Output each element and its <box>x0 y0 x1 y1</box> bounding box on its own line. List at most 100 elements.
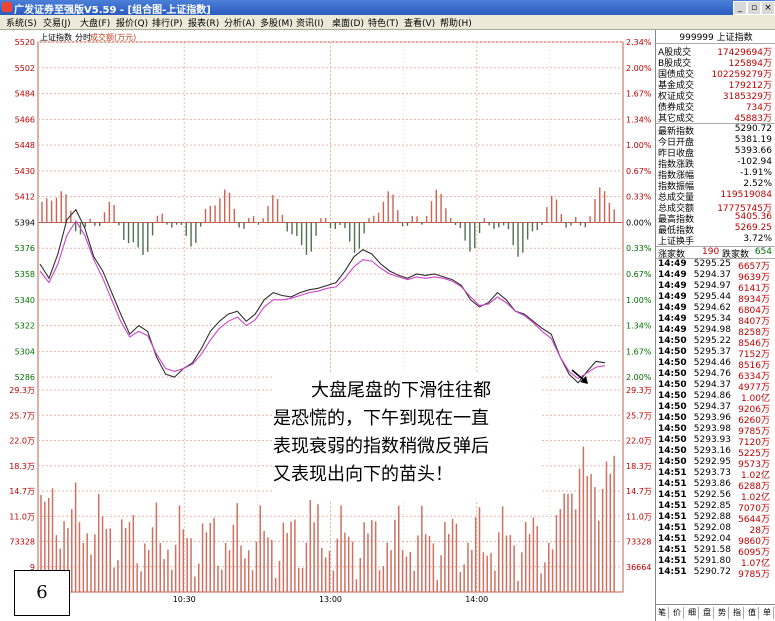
tick-row: 14:51 5293.73 1.02亿 <box>656 468 775 481</box>
stat-row-value: 2.52% <box>743 179 772 189</box>
stat-row: 上证换手 3.72% <box>656 234 775 247</box>
tick-price: 5292.95 <box>693 457 731 467</box>
price-tick-label: 5376 <box>15 244 35 253</box>
tick-price: 5295.44 <box>693 292 731 302</box>
price-tick-label: 5430 <box>15 167 35 176</box>
up-count-value: 190 <box>702 247 720 257</box>
turnover-row: 其它成交 45883万 <box>656 111 775 124</box>
price-tick-label: 5286 <box>15 373 35 382</box>
tick-row: 14:50 5294.37 4977万 <box>656 380 775 393</box>
tick-price: 5295.34 <box>693 314 731 324</box>
annotation-line: 是恐慌的，下午到现在一直 <box>273 408 489 429</box>
time-label: 10:30 <box>173 595 196 604</box>
tick-price: 5292.08 <box>693 523 731 533</box>
tick-row: 14:49 5294.37 9639万 <box>656 270 775 283</box>
menu-rank[interactable]: 排行(P) <box>152 16 182 29</box>
tick-time: 14:51 <box>658 501 687 511</box>
volume-tick-label: 11.0万 <box>9 512 35 521</box>
pct-tick-label: 1.00% <box>626 296 652 305</box>
panel-tab[interactable]: 指 <box>731 607 744 619</box>
volume-tick-label: 22.0万 <box>9 437 35 446</box>
turnover-row: 权证成交 3185329万 <box>656 89 775 102</box>
panel-tab[interactable]: 盘 <box>701 607 714 619</box>
menu-desktop[interactable]: 桌面(D) <box>332 16 364 29</box>
tick-row: 14:49 5294.62 6804万 <box>656 303 775 316</box>
close-button[interactable]: × <box>761 1 775 15</box>
stat-row-value: 5381.19 <box>734 135 772 145</box>
price-tick-label: 5340 <box>15 296 35 305</box>
tick-time: 14:50 <box>658 358 687 368</box>
tick-row: 14:49 5295.44 8934万 <box>656 292 775 305</box>
intraday-chart-pane[interactable]: 上证指数 分时 成交额(万元) 5520 2.34% 5502 2.00% 5484 1.67%… <box>0 30 655 621</box>
tick-time: 14:51 <box>658 567 687 577</box>
tick-row: 14:49 5295.34 8407万 <box>656 314 775 327</box>
volume-tick-label-right: 22.0万 <box>626 437 652 446</box>
tick-row: 14:50 5293.93 7120万 <box>656 435 775 448</box>
tick-row: 14:49 5294.97 6141万 <box>656 281 775 294</box>
volume-tick-label: 73328 <box>10 538 35 547</box>
menu-feature[interactable]: 特色(T) <box>368 16 399 29</box>
tick-time: 14:50 <box>658 457 687 467</box>
tick-time: 14:50 <box>658 380 687 390</box>
tick-time: 14:50 <box>658 336 687 346</box>
menu-analysis[interactable]: 分析(A) <box>224 16 255 29</box>
tick-row: 14:51 5292.56 1.02亿 <box>656 490 775 503</box>
panel-tab[interactable]: 势 <box>716 607 729 619</box>
tick-price: 5294.97 <box>693 281 731 291</box>
tick-row: 14:50 5292.95 9573万 <box>656 457 775 470</box>
tick-price: 5295.25 <box>693 259 731 269</box>
turnover-row: 基金成交 179212万 <box>656 78 775 91</box>
annotation-line: 又表现出向下的苗头！ <box>273 464 453 485</box>
panel-tab[interactable]: 值 <box>746 607 759 619</box>
panel-tab[interactable]: 细 <box>686 607 699 619</box>
intraday-chart[interactable]: 上证指数 分时 成交额(万元) 5520 2.34% 5502 2.00% 5484 1.67%… <box>0 30 655 621</box>
price-tick-label: 5466 <box>15 115 35 124</box>
menu-multistock[interactable]: 多股(M) <box>260 16 293 29</box>
panel-tab[interactable]: 单 <box>761 607 774 619</box>
panel-tab[interactable]: 价 <box>671 607 684 619</box>
minimize-button[interactable]: _ <box>733 1 747 15</box>
panel-tab[interactable]: 笔 <box>656 607 669 619</box>
menu-help[interactable]: 帮助(H) <box>440 16 472 29</box>
title-bar: 广发证券至强版V5.59 - [组合图-上证指数] _ ▫ × <box>0 0 775 16</box>
tick-price: 5293.16 <box>693 446 731 456</box>
price-tick-label: 5394 <box>15 218 35 227</box>
tick-time: 14:49 <box>658 281 687 291</box>
panel-header: 999999 上证指数 <box>656 30 775 44</box>
price-tick-label: 5304 <box>15 347 35 356</box>
menu-system[interactable]: 系统(S) <box>6 16 37 29</box>
pct-tick-label: 0.33% <box>626 193 652 202</box>
tick-time: 14:50 <box>658 424 687 434</box>
price-tick-label: 5502 <box>15 64 35 73</box>
tick-row: 14:50 5293.98 9785万 <box>656 424 775 437</box>
menu-trade[interactable]: 交易(J) <box>43 16 71 29</box>
menu-market[interactable]: 大盘(F) <box>80 16 110 29</box>
price-tick-label: 5484 <box>15 90 35 99</box>
maximize-button[interactable]: ▫ <box>747 1 761 15</box>
tick-time: 14:50 <box>658 446 687 456</box>
tick-time: 14:51 <box>658 479 687 489</box>
menu-view[interactable]: 查看(V) <box>404 16 435 29</box>
pct-tick-label: 0.67% <box>626 167 652 176</box>
stat-row: 最高指数 5405.36 <box>656 212 775 225</box>
price-tick-label: 5412 <box>15 193 35 202</box>
price-tick-label: 5448 <box>15 141 35 150</box>
turnover-row: 国债成交 102259279万 <box>656 67 775 80</box>
menu-report[interactable]: 报表(R) <box>188 16 219 29</box>
pct-tick-label: 0.33% <box>626 244 652 253</box>
tick-price: 5294.46 <box>693 358 731 368</box>
tick-price: 5295.37 <box>693 347 731 357</box>
menu-info[interactable]: 资讯(I) <box>296 16 324 29</box>
chart-period-label: 分时 <box>75 32 91 42</box>
volume-tick-label-right: 11.0万 <box>626 512 652 521</box>
volume-tick-label-right: 36664 <box>626 563 651 572</box>
tick-time: 14:49 <box>658 270 687 280</box>
tick-row: 14:51 5293.86 6288万 <box>656 479 775 492</box>
tick-price: 5292.88 <box>693 512 731 522</box>
turnover-row: 债券成交 734万 <box>656 100 775 113</box>
turnover-row: B股成交 125894万 <box>656 56 775 69</box>
tick-price: 5291.80 <box>693 556 731 566</box>
pct-tick-label: 0.67% <box>626 270 652 279</box>
menu-quote[interactable]: 报价(Q) <box>116 16 148 29</box>
tick-row: 14:51 5291.80 1.07亿 <box>656 556 775 569</box>
